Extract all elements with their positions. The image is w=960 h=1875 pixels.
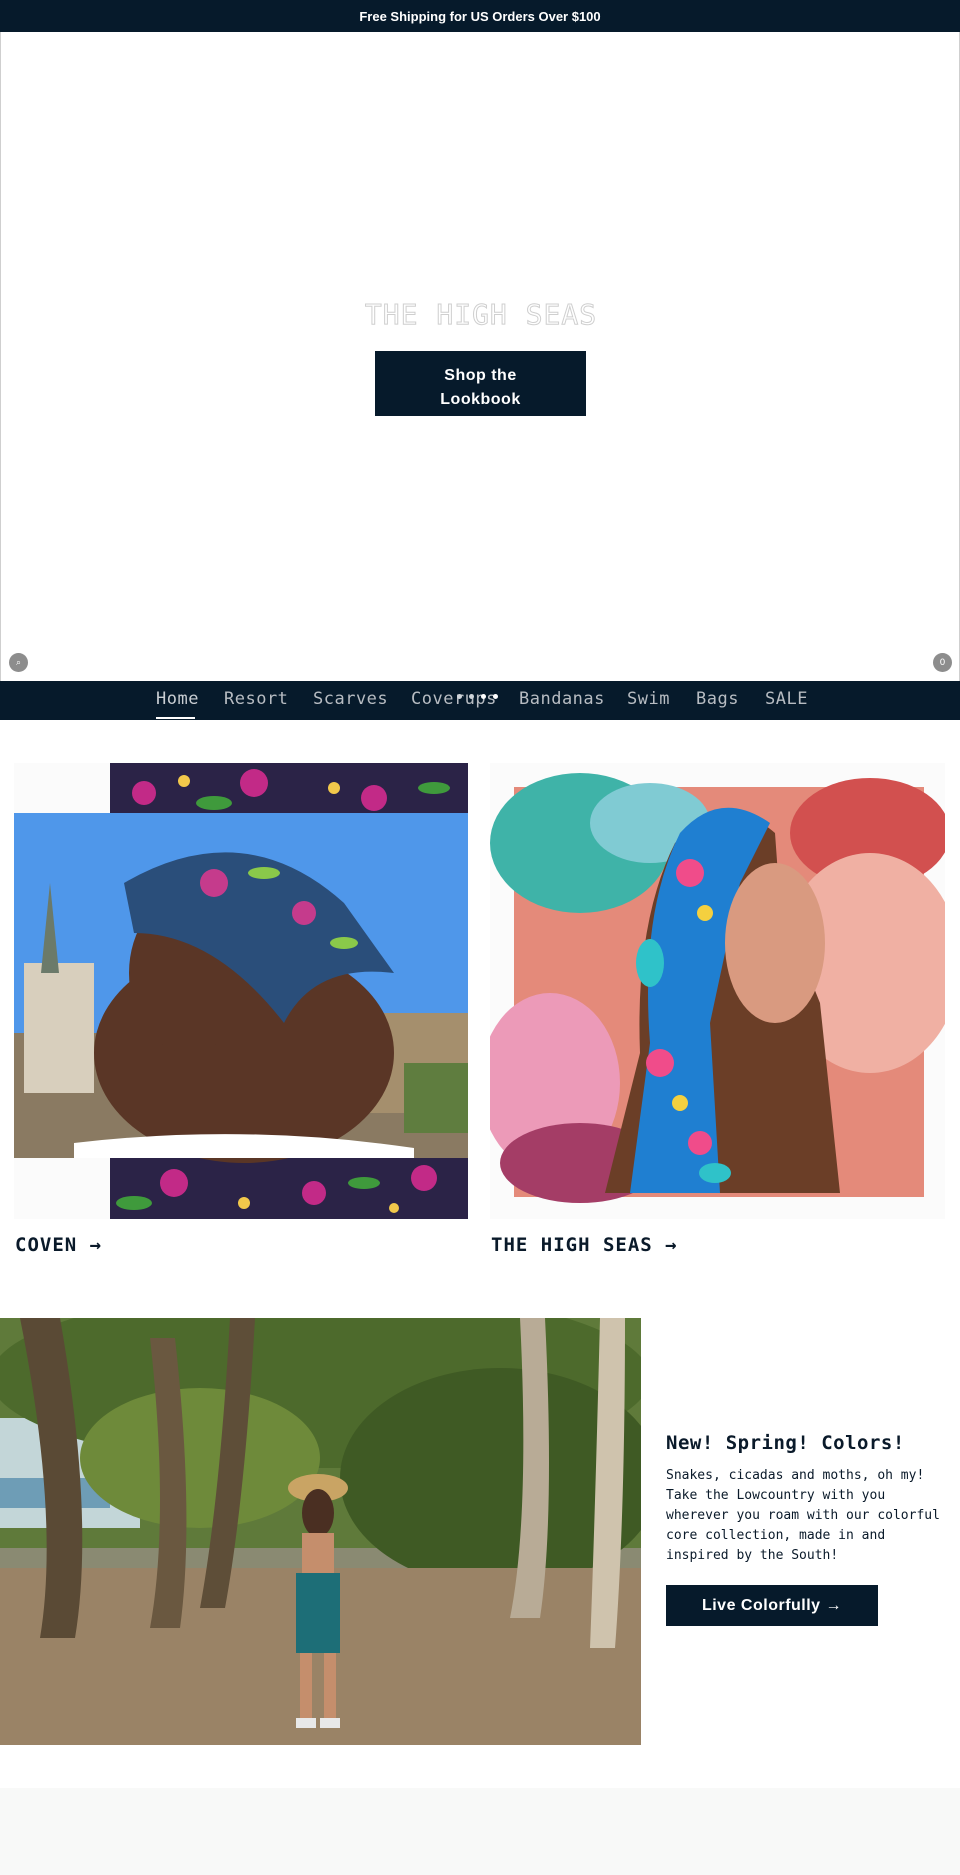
nav-active-underline: [156, 717, 195, 719]
slide-dot-1[interactable]: [457, 694, 462, 699]
shop-lookbook-button[interactable]: Shop the Lookbook: [375, 351, 586, 416]
cart-count-badge[interactable]: 0: [933, 653, 952, 672]
announcement-bar: Free Shipping for US Orders Over $100: [0, 0, 960, 32]
search-icon[interactable]: ⌕: [9, 653, 28, 672]
nav-item-scarves[interactable]: Scarves: [313, 689, 388, 709]
main-navigation: Home Resort Scarves Coverups Bandanas Sw…: [0, 681, 960, 720]
nav-item-coverups[interactable]: Coverups: [411, 689, 497, 709]
coven-image-art: [14, 763, 468, 1219]
spring-colors-photo: [0, 1318, 641, 1745]
nav-item-bandanas[interactable]: Bandanas: [519, 689, 605, 709]
nav-item-swim[interactable]: Swim: [627, 689, 670, 709]
high-seas-collection-image[interactable]: [490, 763, 945, 1219]
hero-title: THE HIGH SEAS: [364, 298, 598, 332]
slide-dot-2[interactable]: [469, 694, 474, 699]
nav-item-sale[interactable]: SALE: [765, 689, 808, 709]
live-colorfully-button[interactable]: Live Colorfully →: [666, 1585, 878, 1626]
footer-band: [0, 1788, 960, 1875]
hero-slideshow: THE HIGH SEAS Shop the Lookbook ⌕ 0: [0, 32, 960, 682]
feature-body: Snakes, cicadas and moths, oh my! Take t…: [666, 1468, 940, 1563]
high-seas-image-art: [490, 773, 945, 1203]
nav-item-bags[interactable]: Bags: [696, 689, 739, 709]
slide-dot-4[interactable]: [493, 694, 498, 699]
spring-colors-photo-art: [0, 1318, 641, 1745]
coven-collection-link[interactable]: COVEN →: [15, 1234, 102, 1256]
announcement-text: Free Shipping for US Orders Over $100: [359, 8, 601, 24]
feature-title: New! Spring! Colors!: [666, 1432, 905, 1454]
nav-item-home[interactable]: Home: [156, 689, 199, 709]
high-seas-collection-link[interactable]: THE HIGH SEAS →: [491, 1234, 678, 1256]
slide-dot-3[interactable]: [481, 694, 486, 699]
coven-collection-image[interactable]: [14, 763, 468, 1219]
shop-lookbook-label: Shop the Lookbook: [440, 366, 521, 408]
slideshow-dots: [457, 694, 498, 699]
feature-text-block: New! Spring! Colors! Snakes, cicadas and…: [666, 1432, 951, 1566]
nav-item-resort[interactable]: Resort: [224, 689, 288, 709]
